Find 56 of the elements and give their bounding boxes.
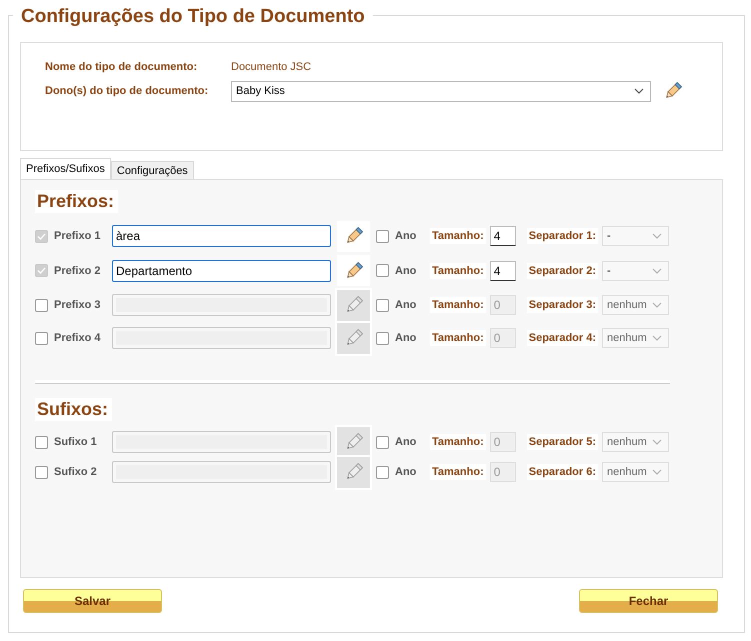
year-label: Ano	[395, 436, 418, 448]
pencil-icon	[663, 81, 683, 101]
row-label: Sufixo 2	[54, 466, 98, 478]
separator-dropdown[interactable]: -	[602, 260, 669, 280]
size-field[interactable]: 4	[490, 226, 516, 246]
tab[interactable]: Prefixos/Sufixos	[20, 158, 111, 179]
year-label: Ano	[395, 299, 418, 311]
size-label: Tamanho:	[430, 434, 486, 450]
separator-label: Separador 1:	[526, 228, 598, 244]
chevron-down-icon	[634, 88, 644, 94]
separator-label: Separador 3:	[526, 297, 598, 313]
size-label: Tamanho:	[430, 464, 486, 480]
size-label: Tamanho:	[430, 330, 486, 346]
separator-dropdown[interactable]: -	[602, 226, 669, 246]
separator-label: Separador 6:	[526, 464, 598, 480]
size-label: Tamanho:	[430, 297, 486, 313]
section-title: Sufixos:	[35, 398, 112, 421]
row-label: Prefixo 2	[54, 264, 102, 276]
chevron-down-icon	[652, 268, 662, 274]
row-label: Prefixo 1	[54, 230, 102, 242]
checkbox[interactable]	[376, 264, 389, 277]
size-label: Tamanho:	[430, 228, 486, 244]
edit-button[interactable]	[337, 255, 370, 286]
checkbox[interactable]	[35, 264, 48, 277]
chevron-down-icon	[652, 335, 662, 341]
edit-button[interactable]	[337, 426, 370, 458]
page-title: Configurações do Tipo de Documento	[13, 6, 373, 28]
size-field[interactable]: 4	[490, 260, 516, 280]
checkbox[interactable]	[376, 230, 389, 242]
text-field[interactable]: àrea	[112, 225, 331, 247]
section-title: Prefixos:	[35, 190, 118, 213]
year-label: Ano	[395, 332, 418, 344]
checkmark-icon	[37, 232, 46, 240]
chevron-down-icon	[652, 469, 662, 475]
checkmark-icon	[37, 267, 46, 274]
row-label: Prefixo 4	[54, 332, 102, 344]
owner-dropdown[interactable]: Baby Kiss	[231, 80, 651, 102]
chevron-down-icon	[652, 302, 662, 308]
tab[interactable]: Configurações	[110, 161, 194, 179]
checkbox[interactable]	[35, 230, 48, 242]
field-label: Dono(s) do tipo de documento:	[45, 85, 210, 97]
separator-label: Separador 5:	[526, 434, 598, 450]
year-label: Ano	[395, 466, 418, 478]
row-label: Prefixo 3	[54, 299, 102, 311]
year-label: Ano	[395, 264, 418, 276]
edit-button[interactable]	[337, 220, 370, 252]
separator-label: Separador 4:	[526, 330, 598, 346]
row-label: Sufixo 1	[54, 436, 98, 448]
year-label: Ano	[395, 230, 418, 242]
field-label: Nome do tipo de documento:	[45, 61, 198, 73]
separator-label: Separador 2:	[526, 262, 598, 278]
field-value: Documento JSC	[231, 61, 312, 73]
text-field[interactable]: Departamento	[112, 260, 331, 282]
chevron-down-icon	[652, 233, 662, 239]
size-label: Tamanho:	[430, 262, 486, 278]
chevron-down-icon	[652, 439, 662, 445]
